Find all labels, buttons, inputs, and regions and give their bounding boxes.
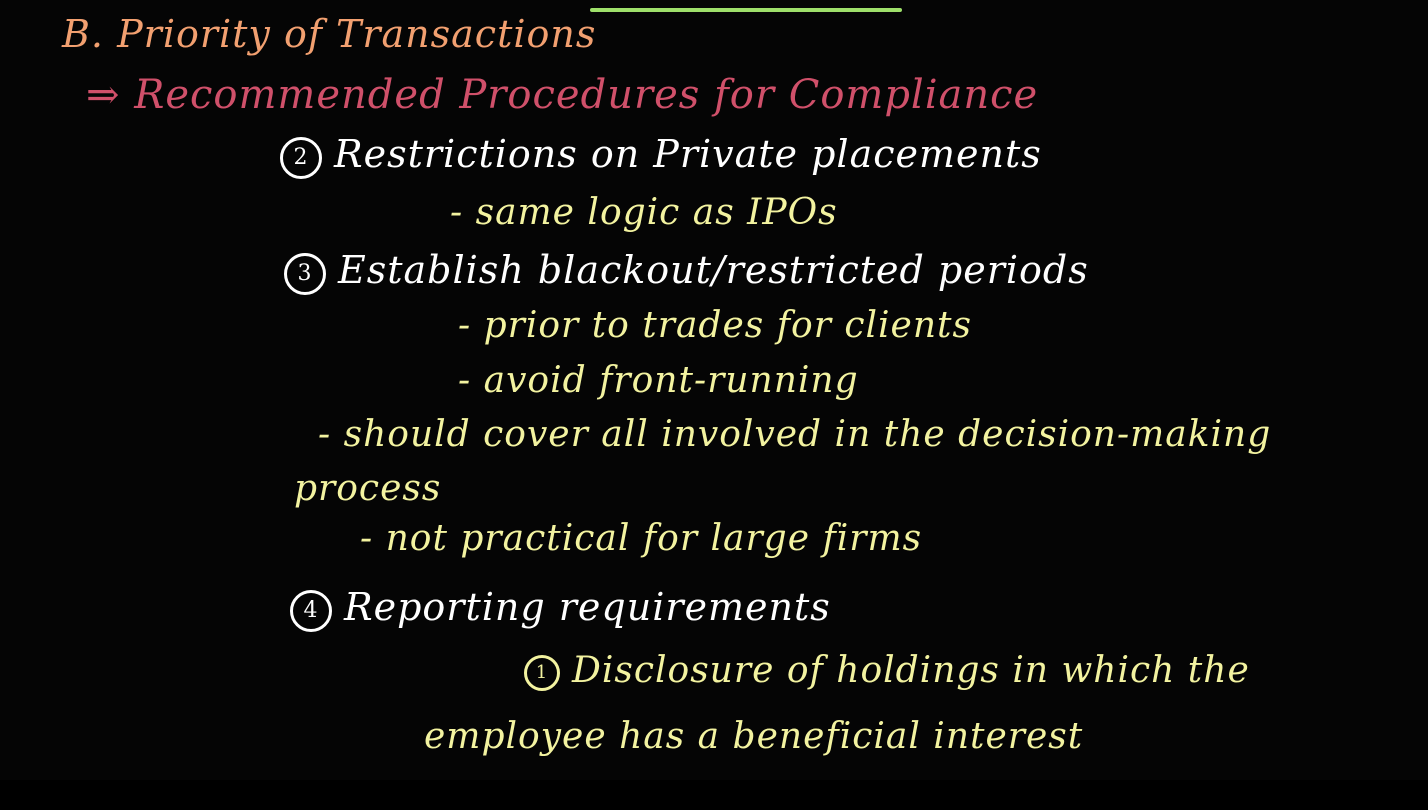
- item-3: 3 Establish blackout/restricted periods: [284, 248, 1089, 295]
- item-4-sub-1: 1 Disclosure of holdings in which the: [524, 650, 1250, 691]
- item-2-sub: - same logic as IPOs: [450, 192, 838, 233]
- section-subtitle: ⇒ Recommended Procedures for Compliance: [86, 72, 1039, 118]
- number-circle-icon: 2: [280, 136, 322, 179]
- item-4-sub-1-cont: employee has a beneficial interest: [424, 716, 1084, 757]
- item-3-sub-3-cont: process: [294, 468, 442, 509]
- item-4: 4 Reporting requirements: [290, 585, 831, 632]
- green-underline: [590, 8, 902, 12]
- item-3-sub-2: - avoid front-running: [458, 360, 859, 401]
- section-title: B. Priority of Transactions: [62, 12, 597, 56]
- number-circle-icon: 3: [284, 252, 326, 295]
- video-bottom-bar: [0, 780, 1428, 810]
- number-circle-icon: 1: [524, 655, 560, 691]
- item-3-text: Establish blackout/restricted periods: [338, 248, 1089, 292]
- item-4-text: Reporting requirements: [344, 585, 831, 629]
- item-3-sub-4: - not practical for large firms: [360, 518, 923, 559]
- item-3-sub-3: - should cover all involved in the decis…: [318, 414, 1272, 455]
- chalkboard: B. Priority of Transactions ⇒ Recommende…: [0, 0, 1428, 810]
- number-circle-icon: 4: [290, 589, 332, 632]
- item-3-sub-1: - prior to trades for clients: [458, 305, 972, 346]
- item-2-text: Restrictions on Private placements: [334, 132, 1042, 176]
- item-4-sub-1-text: Disclosure of holdings in which the: [572, 650, 1250, 691]
- item-2: 2 Restrictions on Private placements: [280, 132, 1042, 179]
